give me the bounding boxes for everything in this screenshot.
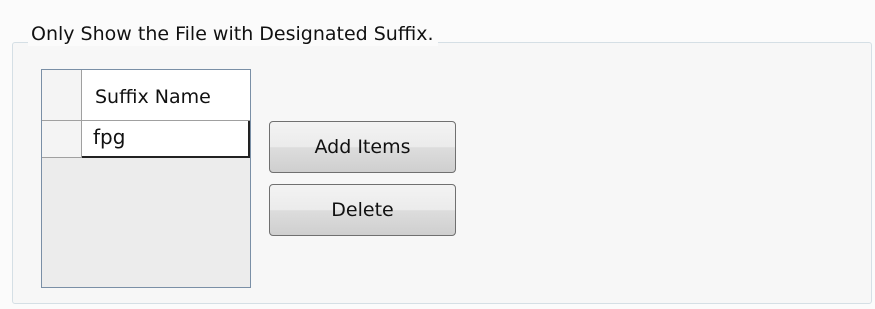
column-header-suffix-name[interactable]: Suffix Name — [82, 70, 250, 120]
delete-button[interactable]: Delete — [269, 184, 456, 236]
suffix-grid[interactable]: Suffix Name fpg — [41, 69, 251, 288]
grid-header: Suffix Name — [42, 70, 250, 121]
groupbox-title: Only Show the File with Designated Suffi… — [28, 22, 438, 46]
suffix-cell[interactable]: fpg — [82, 121, 250, 158]
settings-panel: Only Show the File with Designated Suffi… — [0, 0, 875, 309]
table-row[interactable]: fpg — [42, 121, 250, 158]
add-items-button[interactable]: Add Items — [269, 121, 456, 173]
row-selector[interactable] — [42, 121, 82, 158]
grid-corner-cell[interactable] — [42, 70, 82, 120]
